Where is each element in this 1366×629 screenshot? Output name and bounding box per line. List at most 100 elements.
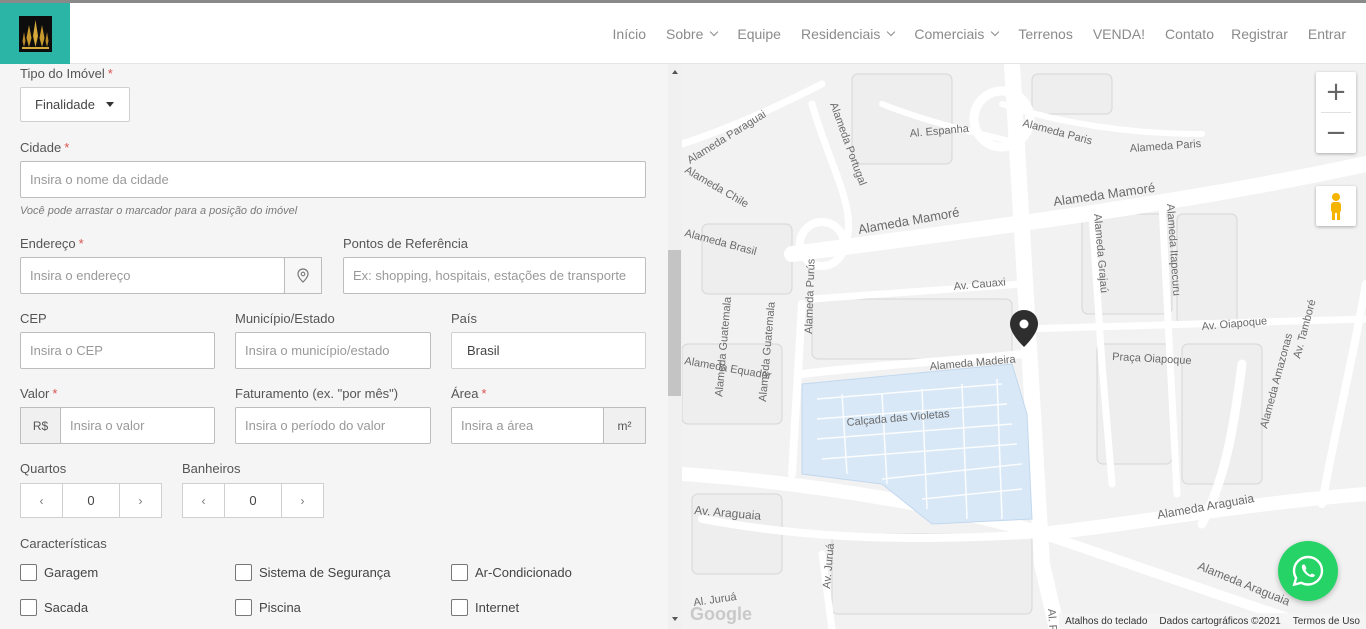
location-pin-button[interactable]: [284, 257, 322, 294]
location-map[interactable]: Alameda Paraguai Alameda Portugal Al. Es…: [682, 64, 1366, 629]
chevron-down-icon: [887, 27, 896, 36]
pais-label: País: [451, 311, 478, 326]
endereco-input[interactable]: Insira o endereço: [20, 257, 285, 294]
caret-down-icon: [106, 102, 114, 107]
nav-item-comerciais[interactable]: Comerciais: [914, 25, 1000, 42]
faturamento-label: Faturamento (ex. "por mês"): [235, 386, 399, 401]
account-menu: Registrar Entrar: [1211, 3, 1346, 64]
cidade-input[interactable]: Insira o nome da cidade: [20, 161, 646, 198]
feature-checkbox-garagem[interactable]: Garagem: [20, 564, 98, 581]
banheiros-decrement-button[interactable]: ‹: [183, 484, 224, 517]
feature-checkbox-sacada[interactable]: Sacada: [20, 599, 88, 616]
property-form: Tipo do Imóvel * Finalidade Cidade * Insir…: [0, 64, 668, 629]
whatsapp-icon: [1292, 555, 1324, 587]
area-input[interactable]: Insira a área: [451, 407, 604, 444]
location-pin-icon: [297, 268, 309, 283]
map-attribution: Atalhos do teclado Dados cartográficos ©…: [1059, 613, 1366, 629]
finalidade-select[interactable]: Finalidade: [20, 87, 130, 122]
scroll-up-icon[interactable]: [672, 70, 678, 74]
zoom-in-button[interactable]: +: [1316, 72, 1356, 112]
google-logo: Google: [690, 604, 752, 624]
pontos-label: Pontos de Referência: [343, 236, 469, 251]
pontos-input[interactable]: Ex: shopping, hospitais, estações de tra…: [343, 257, 646, 294]
finalidade-value: Finalidade: [35, 97, 95, 112]
checkbox-box[interactable]: [451, 564, 468, 581]
checkbox-box[interactable]: [20, 564, 37, 581]
checkbox-box[interactable]: [235, 599, 252, 616]
municipio-input[interactable]: Insira o município/estado: [235, 332, 431, 369]
nav-label: Equipe: [737, 25, 781, 42]
scroll-down-icon[interactable]: [672, 617, 678, 621]
svg-text:Alameda Paris: Alameda Paris: [1129, 138, 1202, 155]
area-label: Área *: [451, 386, 487, 401]
form-scrollbar-thumb[interactable]: [668, 250, 681, 396]
login-link[interactable]: Entrar: [1308, 26, 1346, 42]
svg-text:Av. Tamboré: Av. Tamboré: [1291, 298, 1318, 360]
nav-item-sobre[interactable]: Sobre: [666, 25, 719, 42]
nav-item-terrenos[interactable]: Terrenos: [1018, 26, 1072, 42]
terms-link[interactable]: Termos de Uso: [1293, 616, 1360, 627]
checkbox-box[interactable]: [20, 599, 37, 616]
quartos-decrement-button[interactable]: ‹: [21, 484, 62, 517]
valor-label: Valor *: [20, 386, 58, 401]
nav-label: Terrenos: [1018, 25, 1073, 42]
cidade-label: Cidade *: [20, 140, 70, 155]
cep-label: CEP: [20, 311, 47, 326]
feature-label: Ar-Condicionado: [475, 565, 572, 580]
nav-label: VENDA!: [1092, 25, 1145, 42]
checkbox-box[interactable]: [235, 564, 252, 581]
quartos-increment-button[interactable]: ›: [120, 484, 161, 517]
nav-label: Início: [612, 25, 647, 42]
valor-input[interactable]: Insira o valor: [60, 407, 215, 444]
feature-checkbox-seguranca[interactable]: Sistema de Segurança: [235, 564, 391, 581]
quartos-label: Quartos: [20, 461, 67, 476]
quartos-value[interactable]: 0: [62, 484, 120, 517]
nav-item-residenciais[interactable]: Residenciais: [800, 25, 896, 42]
area-unit-suffix: m²: [603, 407, 646, 444]
cep-input[interactable]: Insira o CEP: [20, 332, 215, 369]
nav-label: Comerciais: [914, 25, 985, 42]
banheiros-stepper: ‹ 0 ›: [182, 483, 324, 518]
feature-label: Sistema de Segurança: [259, 565, 391, 580]
street-view-pegman[interactable]: [1316, 186, 1356, 226]
chevron-down-icon: [991, 27, 1000, 36]
feature-checkbox-piscina[interactable]: Piscina: [235, 599, 301, 616]
svg-text:Alameda Chile: Alameda Chile: [683, 164, 751, 210]
quartos-stepper: ‹ 0 ›: [20, 483, 162, 518]
cidade-hint: Você pode arrastar o marcador para a pos…: [20, 205, 298, 217]
chevron-down-icon: [710, 27, 719, 36]
top-navbar: Início Sobre Equipe Residenciais Comerci…: [0, 0, 1366, 64]
nav-item-venda[interactable]: VENDA!: [1093, 26, 1145, 42]
nav-item-inicio[interactable]: Início: [613, 26, 646, 42]
nav-label: Sobre: [666, 25, 704, 42]
register-link[interactable]: Registrar: [1231, 26, 1288, 42]
caracteristicas-label: Características: [20, 536, 107, 551]
nav-label: Contato: [1164, 25, 1214, 42]
banheiros-label: Banheiros: [182, 461, 241, 476]
currency-prefix: R$: [20, 407, 61, 444]
whatsapp-button[interactable]: [1278, 541, 1338, 601]
feature-label: Piscina: [259, 600, 301, 615]
site-logo[interactable]: [0, 3, 70, 64]
banheiros-increment-button[interactable]: ›: [282, 484, 323, 517]
nav-label: Residenciais: [800, 25, 881, 42]
map-canvas[interactable]: Alameda Paraguai Alameda Portugal Al. Es…: [682, 64, 1366, 629]
nav-item-contato[interactable]: Contato: [1165, 26, 1214, 42]
pais-input[interactable]: Brasil: [451, 332, 646, 369]
checkbox-box[interactable]: [451, 599, 468, 616]
map-zoom-control: + −: [1316, 72, 1356, 153]
main-menu: Início Sobre Equipe Residenciais Comerci…: [593, 3, 1214, 64]
banheiros-value[interactable]: 0: [224, 484, 282, 517]
feature-checkbox-ar-condicionado[interactable]: Ar-Condicionado: [451, 564, 572, 581]
municipio-label: Município/Estado: [235, 311, 335, 326]
feature-label: Internet: [475, 600, 520, 615]
map-data-credit: Dados cartográficos ©2021: [1159, 615, 1281, 627]
faturamento-input[interactable]: Insira o período do valor: [235, 407, 431, 444]
svg-text:Al. Ri: Al. Ri: [1045, 608, 1059, 629]
feature-label: Sacada: [44, 600, 89, 615]
feature-checkbox-internet[interactable]: Internet: [451, 599, 519, 616]
feature-label: Garagem: [44, 565, 99, 580]
keyboard-shortcuts-link[interactable]: Atalhos do teclado: [1065, 616, 1147, 627]
nav-item-equipe[interactable]: Equipe: [737, 26, 781, 42]
zoom-out-button[interactable]: −: [1316, 113, 1356, 153]
